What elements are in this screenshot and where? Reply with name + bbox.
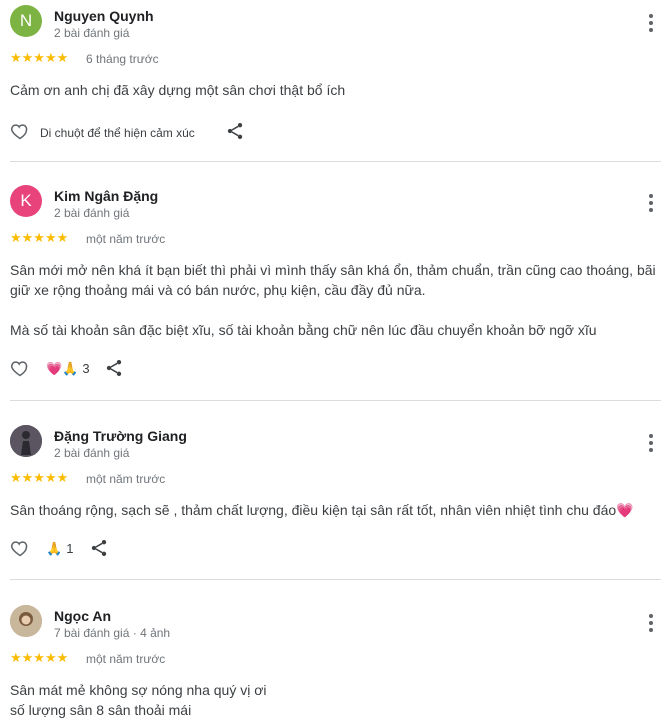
reaction-summary[interactable]: 💗🙏 3 xyxy=(46,361,90,377)
reviewer-name[interactable]: Ngọc An xyxy=(54,608,111,624)
review-header: Đặng Trường Giang 2 bài đánh giá xyxy=(0,420,671,460)
share-icon[interactable] xyxy=(225,121,245,141)
review-card: K Kim Ngân Đặng 2 bài đánh giá ★★★★★ một… xyxy=(0,180,671,401)
review-actions: Di chuột để thể hiện cảm xúc xyxy=(0,121,671,145)
review-header: N Nguyen Quynh 2 bài đánh giá xyxy=(0,0,671,40)
review-actions: 🙏 1 xyxy=(0,538,671,562)
reviewer-name[interactable]: Đặng Trường Giang xyxy=(54,428,187,444)
more-options-icon[interactable] xyxy=(649,194,653,214)
more-options-icon[interactable] xyxy=(649,614,653,634)
star-rating: ★★★★★ xyxy=(10,470,69,485)
reviewer-name[interactable]: Nguyen Quynh xyxy=(54,8,154,24)
review-text: Sân mát mẻ không sợ nóng nha quý vị ơi xyxy=(10,682,267,698)
review-header: K Kim Ngân Đặng 2 bài đánh giá xyxy=(0,180,671,220)
review-text: Sân thoáng rộng, sạch sẽ , thảm chất lượ… xyxy=(10,502,634,518)
avatar[interactable] xyxy=(10,425,42,457)
reaction-count: 3 xyxy=(82,361,90,376)
reviewer-review-count: 7 bài đánh giá · 4 ảnh xyxy=(54,626,171,640)
rating-row: ★★★★★ một năm trước xyxy=(0,650,671,670)
reviewer-name[interactable]: Kim Ngân Đặng xyxy=(54,188,158,204)
person-photo-icon xyxy=(10,425,42,457)
avatar[interactable] xyxy=(10,605,42,637)
review-card: N Nguyen Quynh 2 bài đánh giá ★★★★★ 6 th… xyxy=(0,0,671,162)
heart-icon[interactable] xyxy=(10,121,30,141)
reviewer-review-count: 2 bài đánh giá xyxy=(54,26,130,40)
review-header: Ngọc An 7 bài đánh giá · 4 ảnh xyxy=(0,600,671,640)
review-time: một năm trước xyxy=(86,652,166,666)
heart-icon[interactable] xyxy=(10,358,30,378)
reaction-count: 1 xyxy=(66,541,74,556)
review-text: Mà số tài khoản sân đặc biệt xĩu, số tài… xyxy=(10,322,597,338)
divider xyxy=(10,400,661,401)
person-photo-icon xyxy=(10,605,42,637)
divider xyxy=(10,579,661,580)
avatar[interactable]: K xyxy=(10,185,42,217)
rating-row: ★★★★★ một năm trước xyxy=(0,230,671,250)
rating-row: ★★★★★ 6 tháng trước xyxy=(0,50,671,70)
review-time: 6 tháng trước xyxy=(86,52,159,66)
reaction-emojis: 💗🙏 xyxy=(46,361,79,376)
more-options-icon[interactable] xyxy=(649,434,653,454)
reaction-summary[interactable]: 🙏 1 xyxy=(46,541,73,557)
review-text: giữ xe rộng thoảng mái và có bán nước, p… xyxy=(10,282,426,298)
review-time: một năm trước xyxy=(86,232,166,246)
review-text: Cảm ơn anh chị đã xây dựng một sân chơi … xyxy=(10,82,346,98)
reviewer-review-count: 2 bài đánh giá xyxy=(54,446,130,460)
review-text: số lượng sân 8 sân thoải mái xyxy=(10,702,192,718)
review-card: Đặng Trường Giang 2 bài đánh giá ★★★★★ m… xyxy=(0,420,671,580)
avatar[interactable]: N xyxy=(10,5,42,37)
review-text: Sân mới mở nên khá ít bạn biết thì phải … xyxy=(10,262,656,278)
review-card: Ngọc An 7 bài đánh giá · 4 ảnh ★★★★★ một… xyxy=(0,600,671,718)
review-time: một năm trước xyxy=(86,472,166,486)
share-icon[interactable] xyxy=(104,358,124,378)
divider xyxy=(10,161,661,162)
star-rating: ★★★★★ xyxy=(10,230,69,245)
reaction-emojis: 🙏 xyxy=(46,541,63,556)
reaction-hint: Di chuột để thể hiện cảm xúc xyxy=(40,126,195,140)
reviewer-review-count: 2 bài đánh giá xyxy=(54,206,130,220)
star-rating: ★★★★★ xyxy=(10,650,69,665)
heart-icon[interactable] xyxy=(10,538,30,558)
share-icon[interactable] xyxy=(89,538,109,558)
rating-row: ★★★★★ một năm trước xyxy=(0,470,671,490)
more-options-icon[interactable] xyxy=(649,14,653,34)
review-actions: 💗🙏 3 xyxy=(0,358,671,382)
star-rating: ★★★★★ xyxy=(10,50,69,65)
